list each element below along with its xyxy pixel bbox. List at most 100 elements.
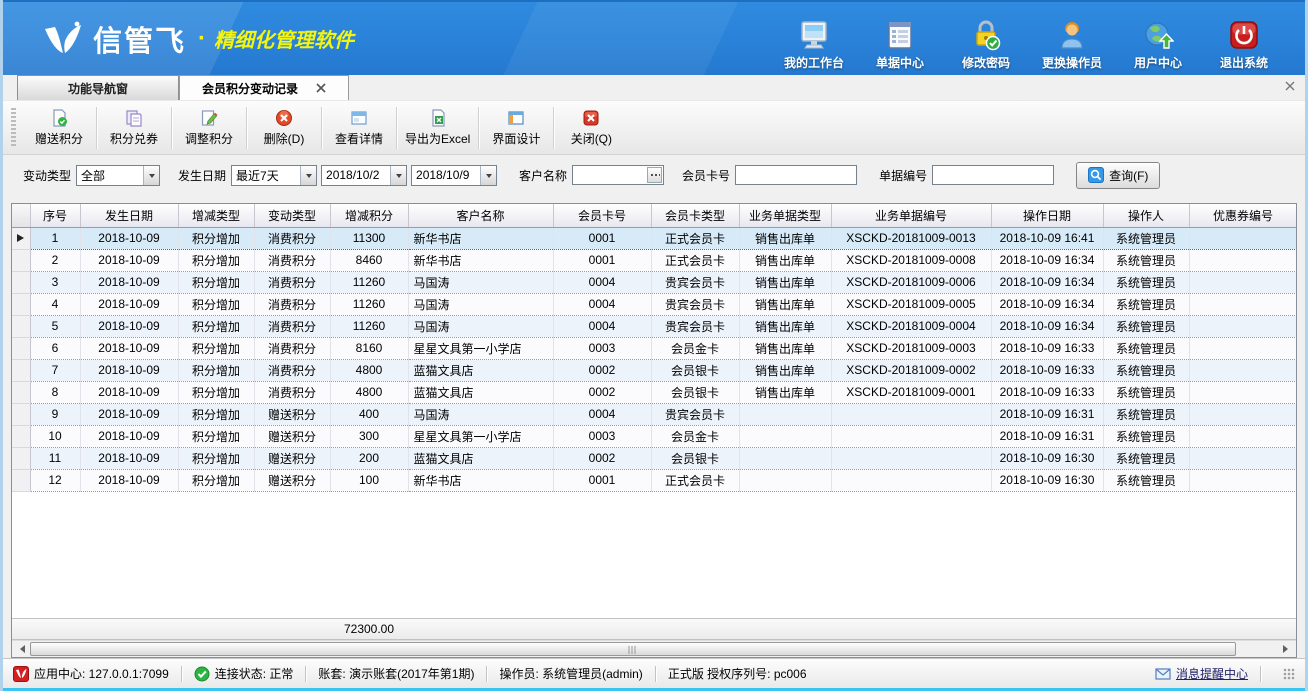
tab-close-icon[interactable] <box>316 83 326 93</box>
nav-item-user-center[interactable]: 用户中心 <box>1115 19 1201 71</box>
row-selector-cell[interactable] <box>12 293 30 315</box>
table-cell: 系统管理员 <box>1103 315 1189 337</box>
column-header[interactable]: 会员卡号 <box>553 204 651 227</box>
resize-grip[interactable] <box>1283 668 1295 680</box>
row-selector-cell[interactable] <box>12 315 30 337</box>
table-row[interactable]: 112018-10-09积分增加赠送积分200蓝猫文具店0002会员银卡2018… <box>12 447 1297 469</box>
column-header[interactable]: 增减类型 <box>178 204 254 227</box>
export-excel-button[interactable]: 导出为Excel <box>397 105 478 151</box>
table-row[interactable]: 32018-10-09积分增加消费积分11260马国涛0004贵宾会员卡销售出库… <box>12 271 1297 293</box>
table-row[interactable]: 22018-10-09积分增加消费积分8460新华书店0001正式会员卡销售出库… <box>12 249 1297 271</box>
table-cell: 1 <box>30 227 80 249</box>
ui-design-button[interactable]: 界面设计 <box>479 105 553 151</box>
table-cell: 赠送积分 <box>254 425 330 447</box>
message-center-link[interactable]: 消息提醒中心 <box>1176 665 1248 682</box>
app-center-text: 应用中心: 127.0.0.1:7099 <box>34 665 169 682</box>
date-period-dropdown[interactable]: 最近7天 <box>231 165 317 186</box>
row-selector-cell[interactable] <box>12 271 30 293</box>
column-header[interactable]: 业务单据编号 <box>831 204 991 227</box>
change-type-dropdown[interactable]: 全部 <box>76 165 160 186</box>
table-row[interactable]: 92018-10-09积分增加赠送积分400马国涛0004贵宾会员卡2018-1… <box>12 403 1297 425</box>
row-selector-cell[interactable] <box>12 359 30 381</box>
chevron-down-icon[interactable] <box>300 166 316 185</box>
delete-button[interactable]: 删除(D) <box>247 105 321 151</box>
column-header[interactable]: 操作日期 <box>991 204 1103 227</box>
row-selector-cell[interactable] <box>12 381 30 403</box>
table-cell <box>1189 425 1297 447</box>
toolbar-grip[interactable] <box>11 108 16 148</box>
chevron-down-icon[interactable] <box>480 166 496 185</box>
table-cell: 马国涛 <box>408 315 553 337</box>
card-number-input[interactable] <box>735 165 857 185</box>
tabstrip-close-icon[interactable] <box>1285 81 1295 91</box>
scroll-right-icon[interactable] <box>1279 641 1296 657</box>
row-selector-cell[interactable] <box>12 425 30 447</box>
row-selector-cell[interactable] <box>12 469 30 491</box>
table-cell: 新华书店 <box>408 227 553 249</box>
switch-operator-icon <box>1056 19 1088 51</box>
doc-number-input[interactable] <box>932 165 1054 185</box>
table-row[interactable]: 62018-10-09积分增加消费积分8160星星文具第一小学店0003会员金卡… <box>12 337 1297 359</box>
query-button[interactable]: 查询(F) <box>1076 162 1160 189</box>
table-row[interactable]: 122018-10-09积分增加赠送积分100新华书店0001正式会员卡2018… <box>12 469 1297 491</box>
column-header[interactable]: 会员卡类型 <box>651 204 739 227</box>
table-cell: 系统管理员 <box>1103 249 1189 271</box>
table-row[interactable]: 42018-10-09积分增加消费积分11260马国涛0004贵宾会员卡销售出库… <box>12 293 1297 315</box>
scrollbar-thumb[interactable] <box>30 642 1236 656</box>
column-header[interactable]: 增减积分 <box>330 204 408 227</box>
row-selector-cell[interactable] <box>12 227 30 249</box>
chevron-down-icon[interactable] <box>143 166 159 185</box>
table-cell: 200 <box>330 447 408 469</box>
table-row[interactable]: 82018-10-09积分增加消费积分4800蓝猫文具店0002会员银卡销售出库… <box>12 381 1297 403</box>
column-header[interactable]: 序号 <box>30 204 80 227</box>
nav-item-document-center[interactable]: 单据中心 <box>857 19 943 71</box>
table-cell: 系统管理员 <box>1103 403 1189 425</box>
horizontal-scrollbar[interactable] <box>12 640 1296 657</box>
app-logo-icon <box>41 19 85 59</box>
date-to-picker[interactable]: 2018/10/9 <box>411 165 497 186</box>
table-cell: 2018-10-09 16:33 <box>991 381 1103 403</box>
table-row[interactable]: 72018-10-09积分增加消费积分4800蓝猫文具店0002会员银卡销售出库… <box>12 359 1297 381</box>
close-button[interactable]: 关闭(Q) <box>554 105 628 151</box>
row-selector-cell[interactable] <box>12 403 30 425</box>
table-cell: 2018-10-09 <box>80 403 178 425</box>
nav-item-change-password[interactable]: 修改密码 <box>943 19 1029 71</box>
grid-empty-area <box>12 492 1296 619</box>
chevron-down-icon[interactable] <box>390 166 406 185</box>
adjust-points-button[interactable]: 调整积分 <box>172 105 246 151</box>
column-header[interactable]: 优惠券编号 <box>1189 204 1297 227</box>
column-header[interactable]: 客户名称 <box>408 204 553 227</box>
table-row[interactable]: 12018-10-09积分增加消费积分11300新华书店0001正式会员卡销售出… <box>12 227 1297 249</box>
scroll-left-icon[interactable] <box>12 641 29 657</box>
table-cell: 0004 <box>553 403 651 425</box>
nav-item-switch-operator[interactable]: 更换操作员 <box>1029 19 1115 71</box>
view-details-button[interactable]: 查看详情 <box>322 105 396 151</box>
column-header[interactable]: 业务单据类型 <box>739 204 831 227</box>
points-to-coupon-button[interactable]: 积分兑券 <box>97 105 171 151</box>
table-cell: 0002 <box>553 359 651 381</box>
column-header[interactable]: 变动类型 <box>254 204 330 227</box>
column-header[interactable]: 操作人 <box>1103 204 1189 227</box>
table-cell: 消费积分 <box>254 293 330 315</box>
table-cell: XSCKD-20181009-0004 <box>831 315 991 337</box>
gift-points-button[interactable]: 赠送积分 <box>22 105 96 151</box>
browse-ellipsis-icon[interactable] <box>647 167 662 183</box>
table-row[interactable]: 52018-10-09积分增加消费积分11260马国涛0004贵宾会员卡销售出库… <box>12 315 1297 337</box>
table-cell <box>739 469 831 491</box>
nav-label: 退出系统 <box>1220 54 1268 71</box>
row-selector-cell[interactable] <box>12 337 30 359</box>
tab-function-navigator[interactable]: 功能导航窗 <box>17 75 179 100</box>
tab-member-points-records[interactable]: 会员积分变动记录 <box>179 75 349 100</box>
table-row[interactable]: 102018-10-09积分增加赠送积分300星星文具第一小学店0003会员金卡… <box>12 425 1297 447</box>
row-selector-cell[interactable] <box>12 249 30 271</box>
nav-item-my-workstation[interactable]: 我的工作台 <box>771 19 857 71</box>
toolbar-button-label: 调整积分 <box>185 130 233 147</box>
date-from-picker[interactable]: 2018/10/2 <box>321 165 407 186</box>
table-cell: 2 <box>30 249 80 271</box>
table-cell: 2018-10-09 16:33 <box>991 359 1103 381</box>
nav-item-exit-system[interactable]: 退出系统 <box>1201 19 1287 71</box>
row-selector-cell[interactable] <box>12 447 30 469</box>
table-cell: XSCKD-20181009-0002 <box>831 359 991 381</box>
gift-points-icon <box>50 109 68 127</box>
column-header[interactable]: 发生日期 <box>80 204 178 227</box>
